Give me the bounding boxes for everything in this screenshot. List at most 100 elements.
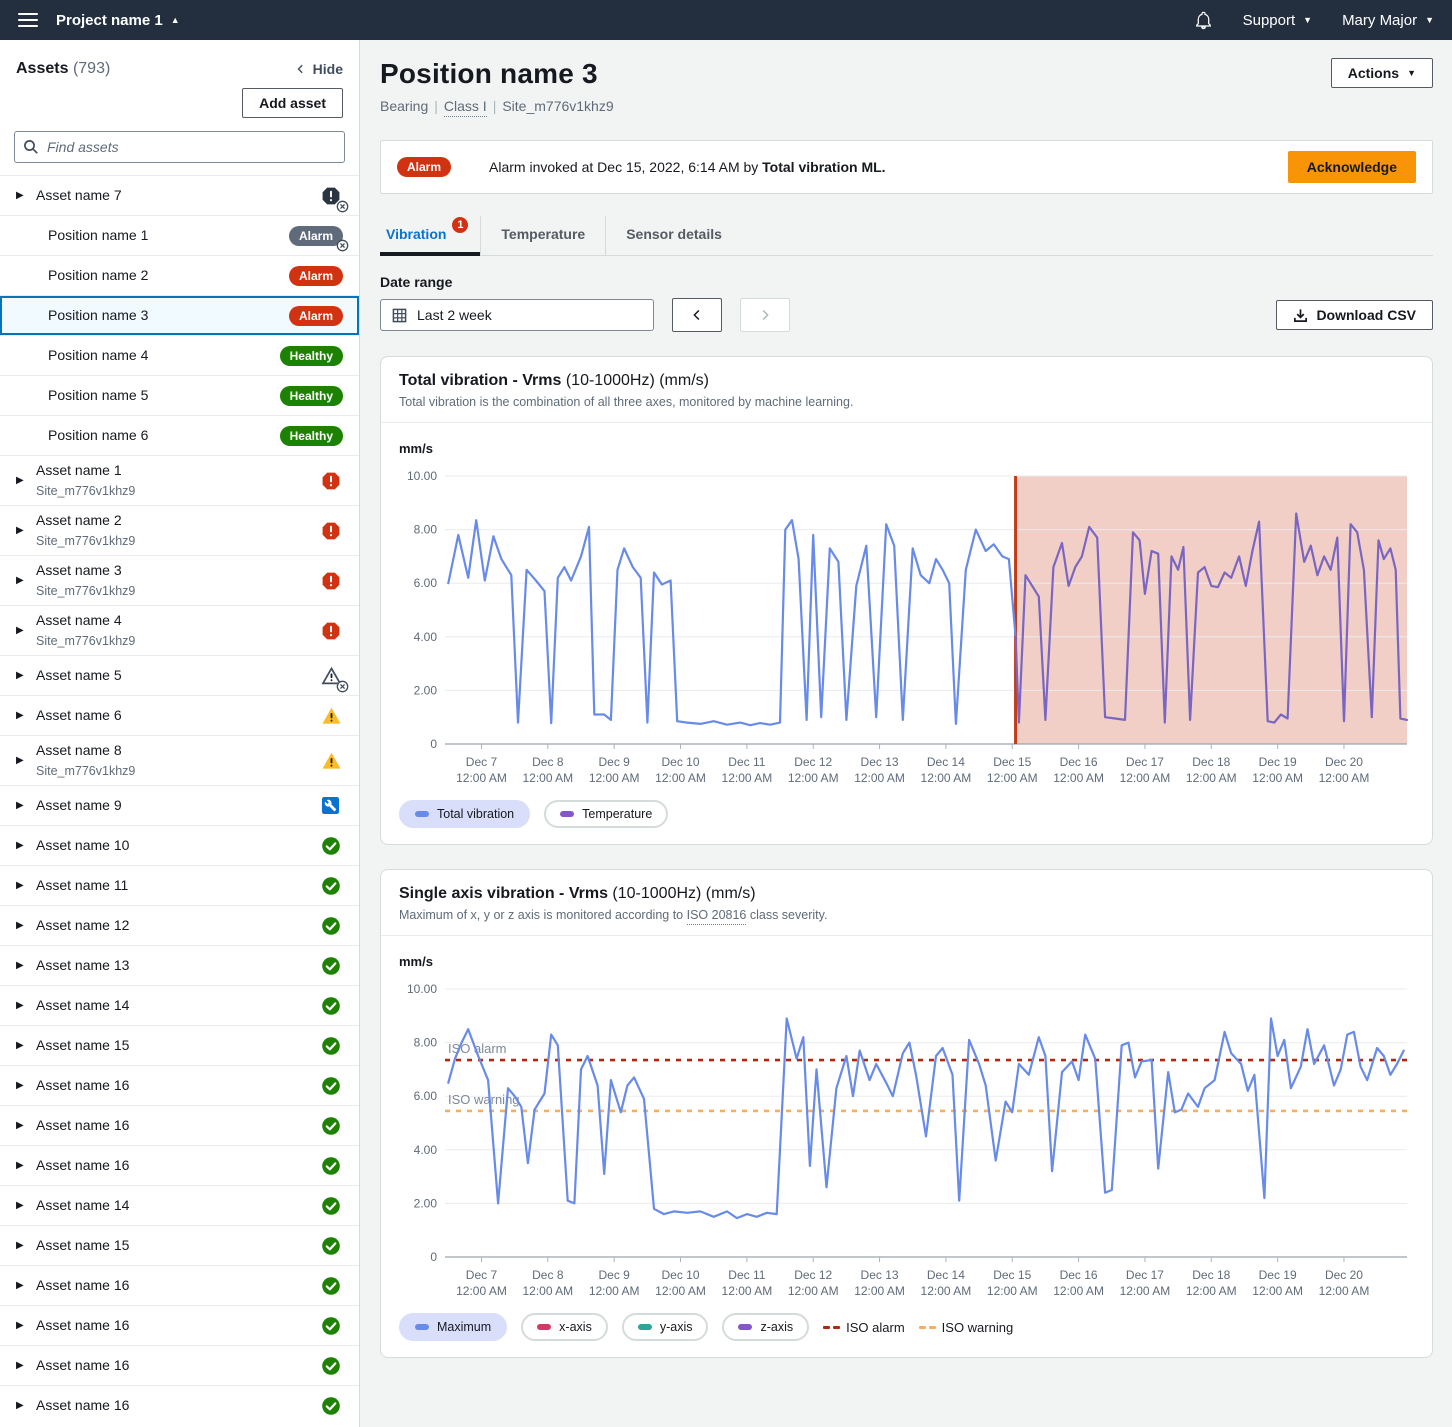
next-range-button[interactable] xyxy=(740,298,790,332)
acknowledge-button[interactable]: Acknowledge xyxy=(1288,151,1416,183)
previous-range-button[interactable] xyxy=(672,298,722,332)
user-menu[interactable]: Mary Major ▼ xyxy=(1342,12,1434,29)
sidebar-item-asset-name-16[interactable]: ▶Asset name 16 xyxy=(0,1345,359,1385)
expand-caret-icon[interactable]: ▶ xyxy=(16,575,36,586)
caret-down-icon: ▼ xyxy=(1407,68,1416,78)
sidebar-item-position-name-1[interactable]: Position name 1Alarm xyxy=(0,215,359,255)
legend-pill-y-axis[interactable]: y-axis xyxy=(622,1313,709,1341)
asset-label: Asset name 10 xyxy=(36,836,321,856)
sidebar-item-asset-name-8[interactable]: ▶Asset name 8Site_m776v1khz9 xyxy=(0,735,359,785)
asset-list[interactable]: ▶Asset name 7Position name 1AlarmPositio… xyxy=(0,175,359,1425)
total-vibration-chart-plot[interactable]: 10.008.006.004.002.000Dec 712:00 AMDec 8… xyxy=(395,466,1415,798)
expand-caret-icon[interactable]: ▶ xyxy=(16,960,36,971)
expand-caret-icon[interactable]: ▶ xyxy=(16,1160,36,1171)
actions-button[interactable]: Actions ▼ xyxy=(1331,58,1433,88)
sidebar-item-position-name-3[interactable]: Position name 3Alarm xyxy=(0,295,359,335)
expand-caret-icon[interactable]: ▶ xyxy=(16,670,36,681)
expand-caret-icon[interactable]: ▶ xyxy=(16,1120,36,1131)
legend-pill-x-axis[interactable]: x-axis xyxy=(521,1313,608,1341)
legend-pill-maximum[interactable]: Maximum xyxy=(399,1313,507,1341)
sidebar-item-asset-name-15[interactable]: ▶Asset name 15 xyxy=(0,1025,359,1065)
project-selector[interactable]: Project name 1 ▲ xyxy=(56,12,180,29)
sidebar-item-asset-name-4[interactable]: ▶Asset name 4Site_m776v1khz9 xyxy=(0,605,359,655)
sidebar-item-asset-name-16[interactable]: ▶Asset name 16 xyxy=(0,1145,359,1185)
iso-20816-link[interactable]: ISO 20816 xyxy=(687,908,747,925)
legend-pill-z-axis[interactable]: z-axis xyxy=(722,1313,809,1341)
status-icon xyxy=(321,1076,343,1096)
expand-caret-icon[interactable]: ▶ xyxy=(16,625,36,636)
sidebar-item-asset-name-16[interactable]: ▶Asset name 16 xyxy=(0,1305,359,1345)
date-range-select[interactable]: Last 2 week xyxy=(380,299,654,331)
series-color-dash xyxy=(537,1324,551,1330)
asset-site-label: Site_m776v1khz9 xyxy=(36,484,135,498)
sidebar-item-asset-name-16[interactable]: ▶Asset name 16 xyxy=(0,1065,359,1105)
tab-temperature[interactable]: Temperature xyxy=(480,216,605,255)
expand-caret-icon[interactable]: ▶ xyxy=(16,1400,36,1411)
sidebar-item-asset-name-16[interactable]: ▶Asset name 16 xyxy=(0,1385,359,1425)
sidebar-item-asset-name-9[interactable]: ▶Asset name 9 xyxy=(0,785,359,825)
x-tick-time: 12:00 AM xyxy=(788,771,839,785)
hide-panel-button[interactable]: Hide xyxy=(295,61,343,77)
sidebar-item-asset-name-16[interactable]: ▶Asset name 16 xyxy=(0,1265,359,1305)
asset-label: Asset name 8Site_m776v1khz9 xyxy=(36,741,321,781)
sidebar-item-asset-name-15[interactable]: ▶Asset name 15 xyxy=(0,1225,359,1265)
x-tick-time: 12:00 AM xyxy=(522,771,573,785)
sidebar-item-asset-name-11[interactable]: ▶Asset name 11 xyxy=(0,865,359,905)
expand-caret-icon[interactable]: ▶ xyxy=(16,755,36,766)
sidebar-item-asset-name-6[interactable]: ▶Asset name 6 xyxy=(0,695,359,735)
sidebar-item-asset-name-14[interactable]: ▶Asset name 14 xyxy=(0,1185,359,1225)
tab-sensor-details[interactable]: Sensor details xyxy=(605,216,742,255)
add-asset-button[interactable]: Add asset xyxy=(242,88,343,118)
legend-pill-total-vibration[interactable]: Total vibration xyxy=(399,800,530,828)
expand-caret-icon[interactable]: ▶ xyxy=(16,800,36,811)
x-tick-time: 12:00 AM xyxy=(1120,1284,1171,1298)
support-menu[interactable]: Support ▼ xyxy=(1243,12,1312,29)
expand-caret-icon[interactable]: ▶ xyxy=(16,710,36,721)
sidebar-item-asset-name-1[interactable]: ▶Asset name 1Site_m776v1khz9 xyxy=(0,455,359,505)
expand-caret-icon[interactable]: ▶ xyxy=(16,525,36,536)
expand-caret-icon[interactable]: ▶ xyxy=(16,1280,36,1291)
sidebar-item-position-name-2[interactable]: Position name 2Alarm xyxy=(0,255,359,295)
healthy-check-icon xyxy=(321,1036,341,1056)
asset-label: Position name 5 xyxy=(48,386,280,406)
sidebar-item-asset-name-16[interactable]: ▶Asset name 16 xyxy=(0,1105,359,1145)
x-tick-date: Dec 7 xyxy=(466,1268,498,1282)
expand-caret-icon[interactable]: ▶ xyxy=(16,920,36,931)
expand-caret-icon[interactable]: ▶ xyxy=(16,1040,36,1051)
x-tick-date: Dec 15 xyxy=(993,755,1031,769)
legend-pill-temperature[interactable]: Temperature xyxy=(544,800,668,828)
expand-caret-icon[interactable]: ▶ xyxy=(16,1200,36,1211)
expand-caret-icon[interactable]: ▶ xyxy=(16,475,36,486)
sidebar-item-asset-name-13[interactable]: ▶Asset name 13 xyxy=(0,945,359,985)
sidebar-item-position-name-5[interactable]: Position name 5Healthy xyxy=(0,375,359,415)
sidebar-item-asset-name-3[interactable]: ▶Asset name 3Site_m776v1khz9 xyxy=(0,555,359,605)
breadcrumb-class-link[interactable]: Class I xyxy=(444,98,487,117)
y-tick-label: 10.00 xyxy=(407,469,437,483)
hamburger-menu-icon[interactable] xyxy=(18,13,38,27)
sidebar-item-asset-name-10[interactable]: ▶Asset name 10 xyxy=(0,825,359,865)
expand-caret-icon[interactable]: ▶ xyxy=(16,880,36,891)
sidebar-item-asset-name-12[interactable]: ▶Asset name 12 xyxy=(0,905,359,945)
sidebar-item-asset-name-5[interactable]: ▶Asset name 5 xyxy=(0,655,359,695)
sidebar-item-asset-name-14[interactable]: ▶Asset name 14 xyxy=(0,985,359,1025)
sidebar-item-asset-name-2[interactable]: ▶Asset name 2Site_m776v1khz9 xyxy=(0,505,359,555)
breadcrumb-type: Bearing xyxy=(380,98,428,114)
search-input[interactable] xyxy=(14,131,345,163)
tab-vibration[interactable]: Vibration 1 xyxy=(380,216,480,255)
sidebar-item-asset-name-7[interactable]: ▶Asset name 7 xyxy=(0,175,359,215)
status-icon xyxy=(321,1316,343,1336)
expand-caret-icon[interactable]: ▶ xyxy=(16,190,36,201)
download-csv-button[interactable]: Download CSV xyxy=(1276,300,1433,330)
expand-caret-icon[interactable]: ▶ xyxy=(16,1240,36,1251)
expand-caret-icon[interactable]: ▶ xyxy=(16,840,36,851)
sidebar-item-position-name-6[interactable]: Position name 6Healthy xyxy=(0,415,359,455)
expand-caret-icon[interactable]: ▶ xyxy=(16,1000,36,1011)
expand-caret-icon[interactable]: ▶ xyxy=(16,1360,36,1371)
notifications-bell-icon[interactable] xyxy=(1194,11,1213,30)
expand-caret-icon[interactable]: ▶ xyxy=(16,1080,36,1091)
single-axis-vibration-chart-plot[interactable]: 10.008.006.004.002.000Dec 712:00 AMDec 8… xyxy=(395,979,1415,1311)
iso-warning-label: ISO warning xyxy=(448,1092,520,1107)
series-color-dash xyxy=(638,1324,652,1330)
expand-caret-icon[interactable]: ▶ xyxy=(16,1320,36,1331)
sidebar-item-position-name-4[interactable]: Position name 4Healthy xyxy=(0,335,359,375)
